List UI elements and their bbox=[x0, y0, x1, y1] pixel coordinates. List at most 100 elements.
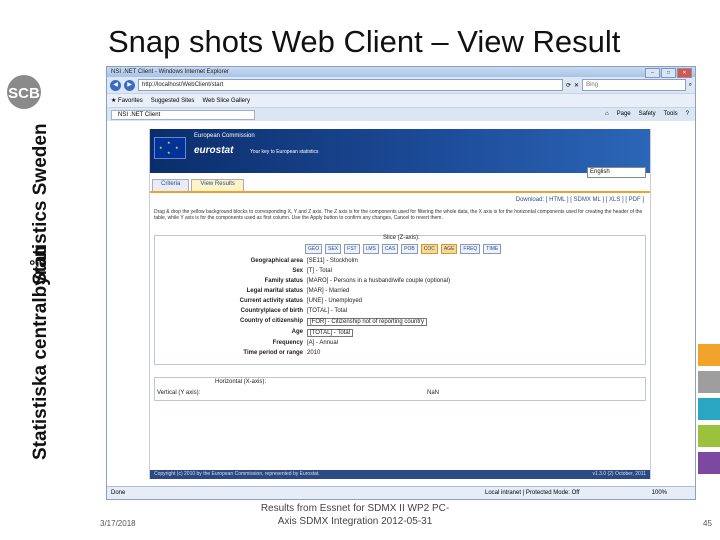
instructions-text: Drag & drop the yellow background blocks… bbox=[154, 209, 643, 221]
status-bar: Done Local intranet | Protected Mode: Of… bbox=[107, 486, 695, 499]
dimension-label: Geographical area bbox=[250, 258, 303, 264]
dimension-row: Geographical area [SE11] - Stockholm bbox=[155, 258, 645, 268]
stop-icon[interactable]: ✕ bbox=[574, 82, 579, 89]
dim-button[interactable]: FREQ bbox=[460, 244, 481, 254]
search-icon[interactable]: ⌕ bbox=[689, 82, 692, 89]
eurostat-tagline: Your key to European statistics bbox=[250, 149, 319, 155]
tab-criteria[interactable]: Criteria bbox=[152, 179, 190, 191]
back-icon[interactable]: ◀ bbox=[110, 79, 121, 91]
dimension-label: Time period or range bbox=[243, 350, 303, 356]
dimension-row: Time period or range 2010 bbox=[155, 350, 645, 360]
forward-icon[interactable]: ▶ bbox=[124, 79, 135, 91]
dimension-row: Family status [MARO] - Persons in a husb… bbox=[155, 278, 645, 288]
eurostat-header: ★ ★ ★ ★ European Commission eurostat Your k… bbox=[150, 129, 650, 178]
window-title: NSI .NET Client - Windows Internet Explo… bbox=[111, 69, 229, 75]
maximize-button[interactable]: □ bbox=[661, 68, 676, 78]
dim-button[interactable]: GEO bbox=[305, 244, 323, 254]
page-number: 45 bbox=[703, 519, 712, 528]
eurostat-logo: eurostat bbox=[194, 145, 234, 156]
dimension-value: [SE11] - Stockholm bbox=[307, 258, 358, 264]
result-tabs: Criteria View Results bbox=[150, 179, 650, 193]
language-select[interactable]: English bbox=[587, 167, 646, 178]
dimension-label: Country of citizenship bbox=[240, 318, 303, 324]
close-button[interactable]: ✕ bbox=[677, 68, 692, 78]
download-links[interactable]: Download: [ HTML ] [ SDMX ML ] [ XLS ] [… bbox=[150, 197, 650, 203]
dim-button[interactable]: CAS bbox=[381, 244, 399, 254]
dimension-buttons: GEO SEX FST LMS CAS POB COC AGE FREQ TIM… bbox=[305, 244, 502, 254]
help-icon[interactable]: ? bbox=[686, 111, 689, 117]
accent-square-orange bbox=[698, 344, 720, 366]
favorites-bar: ★ Favorites Suggested Sites Web Slice Ga… bbox=[107, 93, 695, 107]
browser-tab[interactable]: NSI .NET Client bbox=[111, 110, 255, 120]
dim-button[interactable]: POB bbox=[401, 244, 418, 254]
dimension-label: Country/place of birth bbox=[240, 308, 303, 314]
vertical-axis-label: Vertical (Y axis): bbox=[157, 390, 201, 396]
dimension-row: Country/place of birth [TOTAL] - Total bbox=[155, 308, 645, 318]
dim-button[interactable]: FST bbox=[344, 244, 360, 254]
url-field[interactable]: http://localhost/WebClient/start bbox=[138, 79, 563, 91]
browser-titlebar: NSI .NET Client - Windows Internet Explo… bbox=[107, 67, 695, 78]
dimension-label: Current activity status bbox=[239, 298, 303, 304]
accent-squares bbox=[698, 344, 720, 479]
slice-label: Slice (Z-axis): bbox=[383, 235, 420, 241]
horizontal-axis-label: Horizontal (X-axis): bbox=[215, 379, 267, 385]
home-icon[interactable]: ⌂ bbox=[605, 111, 609, 117]
dimension-label: Age bbox=[291, 329, 303, 335]
accent-square-purple bbox=[698, 452, 720, 474]
dimension-value: [MAR] - Married bbox=[307, 288, 350, 294]
tab-view-results[interactable]: View Results bbox=[191, 179, 244, 191]
ec-name: European Commission bbox=[194, 133, 255, 139]
citizenship-select[interactable]: [FOR] - Citizenship not of reporting cou… bbox=[307, 318, 428, 326]
dimension-value: [T] - Total bbox=[307, 268, 332, 274]
dimension-value: [UNE] - Unemployed bbox=[307, 298, 363, 304]
dimension-value: 2010 bbox=[307, 350, 321, 356]
favorites-button[interactable]: ★ Favorites bbox=[111, 97, 143, 104]
footer-center-text: Results from Essnet for SDMX II WP2 PC-A… bbox=[260, 503, 450, 527]
dim-button[interactable]: COC bbox=[420, 244, 438, 254]
page-content: ★ ★ ★ ★ European Commission eurostat Your k… bbox=[107, 121, 695, 487]
eu-flag-icon: ★ ★ ★ ★ bbox=[154, 137, 186, 159]
dimension-row: Age [TOTAL] - Total bbox=[155, 329, 645, 339]
copyright-bar: Copyright (c) 2010 by the European Commi… bbox=[150, 470, 650, 479]
version-text: v1.3.0 (2) October, 2011 bbox=[592, 471, 646, 477]
dimension-row: Current activity status [UNE] - Unemploy… bbox=[155, 298, 645, 308]
accent-square-gray bbox=[698, 371, 720, 393]
nsi-client-app: ★ ★ ★ ★ European Commission eurostat Your k… bbox=[149, 129, 651, 479]
security-zone: Local intranet | Protected Mode: Off bbox=[485, 490, 580, 496]
suggested-sites-link[interactable]: Suggested Sites bbox=[151, 98, 195, 104]
toolbar-tools[interactable]: Tools bbox=[664, 111, 678, 117]
dimension-row: Country of citizenship [FOR] - Citizensh… bbox=[155, 318, 645, 328]
dimension-value: [TOTAL] - Total bbox=[307, 308, 348, 314]
slice-panel: Slice (Z-axis): GEO SEX FST LMS CAS POB … bbox=[154, 235, 646, 365]
dimension-value: [MARO] - Persons in a husband/wife coupl… bbox=[307, 278, 451, 284]
age-select[interactable]: [TOTAL] - Total bbox=[307, 329, 354, 337]
dim-button[interactable]: SEX bbox=[325, 244, 342, 254]
vertical-text-statistiska-centralbyran: Statistiska centralbyrån bbox=[30, 245, 51, 460]
accent-square-teal bbox=[698, 398, 720, 420]
browser-window: NSI .NET Client - Windows Internet Explo… bbox=[106, 66, 696, 500]
web-slice-gallery-link[interactable]: Web Slice Gallery bbox=[202, 98, 250, 104]
result-cell: NaN bbox=[427, 390, 440, 396]
search-input[interactable]: Bing bbox=[582, 79, 686, 91]
copyright-text: Copyright (c) 2010 by the European Commi… bbox=[154, 471, 320, 477]
accent-square-green bbox=[698, 425, 720, 447]
zoom-level[interactable]: 100% bbox=[652, 487, 667, 499]
dimension-row: Frequency [A] - Annual bbox=[155, 340, 645, 350]
dim-button[interactable]: LMS bbox=[362, 244, 379, 254]
dimension-label: Sex bbox=[292, 268, 303, 274]
dimension-value: [A] - Annual bbox=[307, 340, 339, 346]
dim-button[interactable]: AGE bbox=[440, 244, 458, 254]
footer-date: 3/17/2018 bbox=[100, 519, 136, 528]
dimension-row: Sex [T] - Total bbox=[155, 268, 645, 278]
dim-button[interactable]: TIME bbox=[483, 244, 502, 254]
status-done: Done bbox=[111, 490, 126, 496]
refresh-icon[interactable]: ⟳ bbox=[566, 82, 571, 89]
dimension-row: Legal marital status [MAR] - Married bbox=[155, 288, 645, 298]
toolbar-page[interactable]: Page bbox=[617, 111, 631, 117]
minimize-button[interactable]: – bbox=[645, 68, 660, 78]
address-bar: ◀ ▶ http://localhost/WebClient/start ⟳ ✕… bbox=[107, 77, 695, 93]
dimension-label: Frequency bbox=[272, 340, 303, 346]
toolbar-safety[interactable]: Safety bbox=[639, 111, 656, 117]
dimension-label: Family status bbox=[264, 278, 303, 284]
dimension-label: Legal marital status bbox=[246, 288, 303, 294]
